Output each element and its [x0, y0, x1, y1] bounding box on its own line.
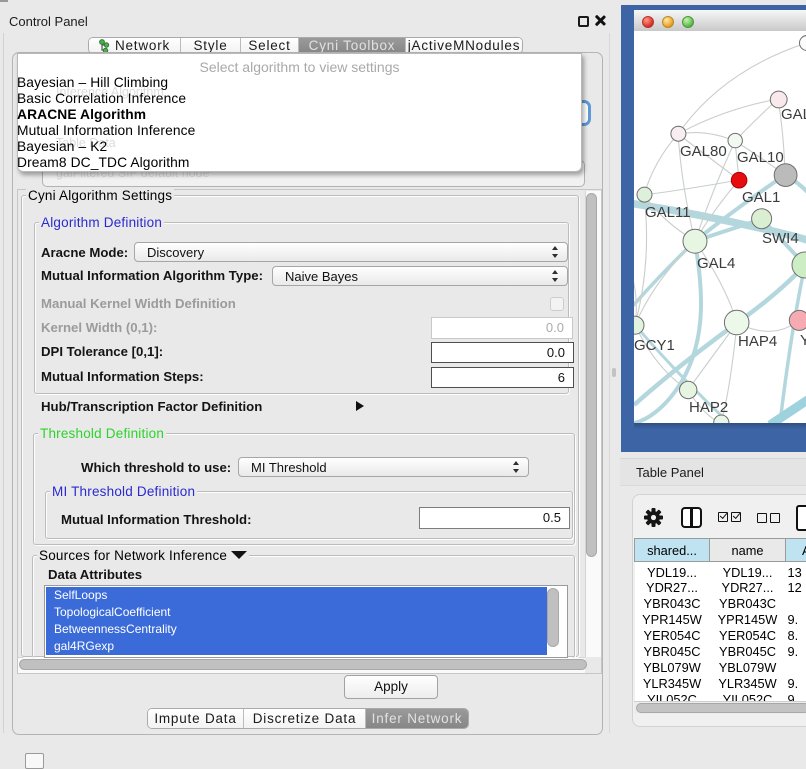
svg-text:GAL7: GAL7	[781, 106, 806, 123]
svg-text:GAL80: GAL80	[680, 143, 727, 160]
svg-text:GAL1: GAL1	[742, 189, 780, 206]
svg-text:GCY1: GCY1	[634, 337, 675, 354]
svg-text:Y: Y	[800, 332, 806, 349]
svg-text:HAP2: HAP2	[689, 399, 728, 416]
svg-text:HAP4: HAP4	[738, 333, 777, 350]
svg-text:SWI4: SWI4	[762, 230, 799, 247]
svg-text:GAL11: GAL11	[645, 204, 691, 221]
svg-text:GAL10: GAL10	[737, 149, 784, 166]
svg-text:GAL4: GAL4	[697, 255, 735, 272]
